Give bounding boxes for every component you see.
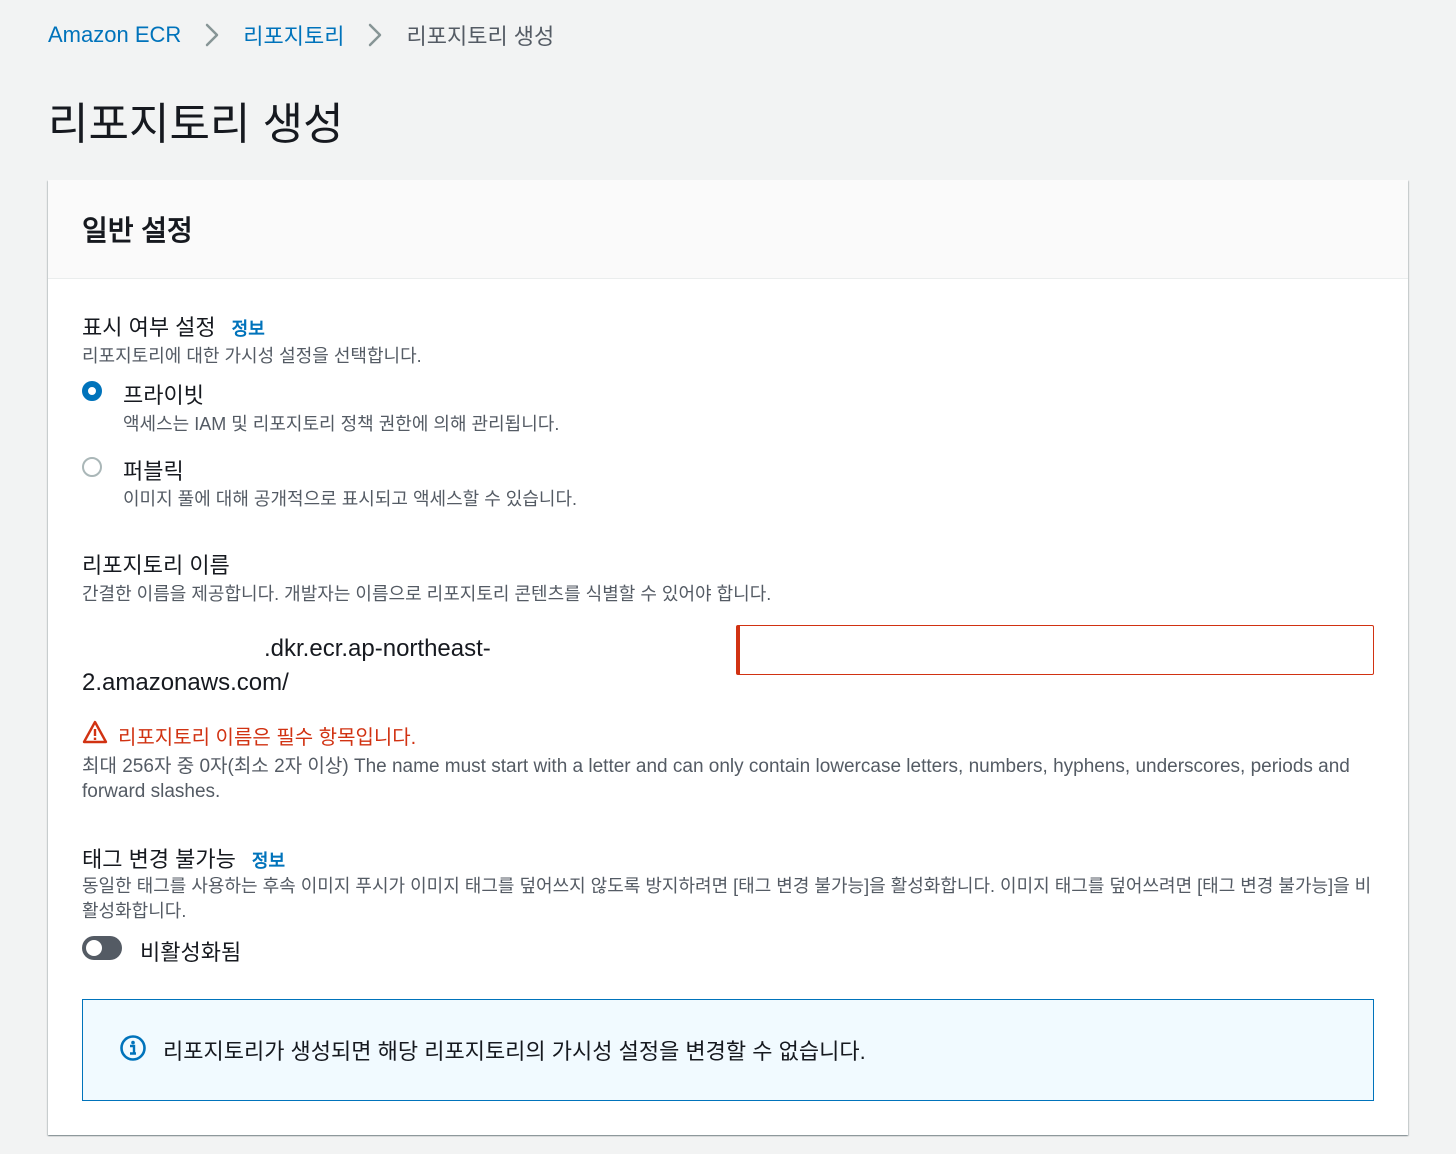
uri-prefix-line1: .dkr.ecr.ap-northeast- [264, 635, 491, 662]
private-radio-label[interactable]: 프라이빗 [123, 378, 204, 410]
repository-uri-prefix: .dkr.ecr.ap-northeast- 2.amazonaws.com/ [82, 632, 722, 700]
breadcrumb: Amazon ECR 리포지토리 리포지토리 생성 [48, 18, 554, 52]
tag-immutability-info-link[interactable]: 정보 [252, 851, 285, 871]
repository-name-description: 간결한 이름을 제공합니다. 개발자는 이름으로 리포지토리 콘텐츠를 식별할 … [82, 584, 772, 604]
visibility-label: 표시 여부 설정 [82, 315, 216, 340]
repository-name-constraint: 최대 256자 중 0자(최소 2자 이상) The name must sta… [82, 756, 1350, 802]
visibility-info-link[interactable]: 정보 [232, 319, 265, 339]
alert-text: 리포지토리가 생성되면 해당 리포지토리의 가시성 설정을 변경할 수 없습니다… [163, 1039, 866, 1064]
breadcrumb-repositories[interactable]: 리포지토리 [243, 19, 344, 51]
private-radio[interactable] [82, 381, 102, 401]
public-radio[interactable] [82, 457, 102, 477]
repository-name-error-text: 리포지토리 이름은 필수 항목입니다. [118, 726, 417, 749]
warning-icon [82, 720, 108, 750]
tag-immutability-description: 동일한 태그를 사용하는 후속 이미지 푸시가 이미지 태그를 덮어쓰지 않도록… [82, 876, 1372, 921]
visibility-description: 리포지토리에 대한 가시성 설정을 선택합니다. [82, 346, 422, 366]
breadcrumb-current: 리포지토리 생성 [406, 24, 555, 49]
chevron-right-icon [362, 18, 388, 52]
repository-name-label: 리포지토리 이름 [82, 553, 230, 578]
visibility-label-row: 표시 여부 설정 정보 [82, 310, 265, 342]
info-icon [119, 1034, 147, 1067]
chevron-right-icon [199, 18, 225, 52]
tag-immutability-label-row: 태그 변경 불가능 정보 [82, 842, 285, 874]
tag-immutability-label: 태그 변경 불가능 [82, 847, 236, 872]
tag-immutability-toggle-label: 비활성화됨 [140, 940, 242, 965]
panel-title: 일반 설정 [82, 215, 193, 246]
repository-name-input[interactable] [736, 625, 1374, 675]
panel-header: 일반 설정 [48, 180, 1408, 279]
public-radio-label[interactable]: 퍼블릭 [123, 454, 184, 486]
page-title: 리포지토리 생성 [48, 100, 344, 149]
breadcrumb-amazon-ecr[interactable]: Amazon ECR [48, 22, 181, 48]
visibility-info-alert: 리포지토리가 생성되면 해당 리포지토리의 가시성 설정을 변경할 수 없습니다… [82, 999, 1374, 1101]
uri-prefix-line2: 2.amazonaws.com/ [82, 669, 289, 696]
tag-immutability-toggle[interactable] [82, 936, 122, 960]
private-radio-description: 액세스는 IAM 및 리포지토리 정책 권한에 의해 관리됩니다. [123, 414, 560, 434]
repository-name-error: 리포지토리 이름은 필수 항목입니다. [82, 720, 416, 750]
general-settings-panel: 일반 설정 표시 여부 설정 정보 리포지토리에 대한 가시성 설정을 선택합니다… [48, 180, 1408, 1135]
public-radio-description: 이미지 풀에 대해 공개적으로 표시되고 액세스할 수 있습니다. [123, 489, 578, 509]
toggle-knob [86, 940, 102, 956]
